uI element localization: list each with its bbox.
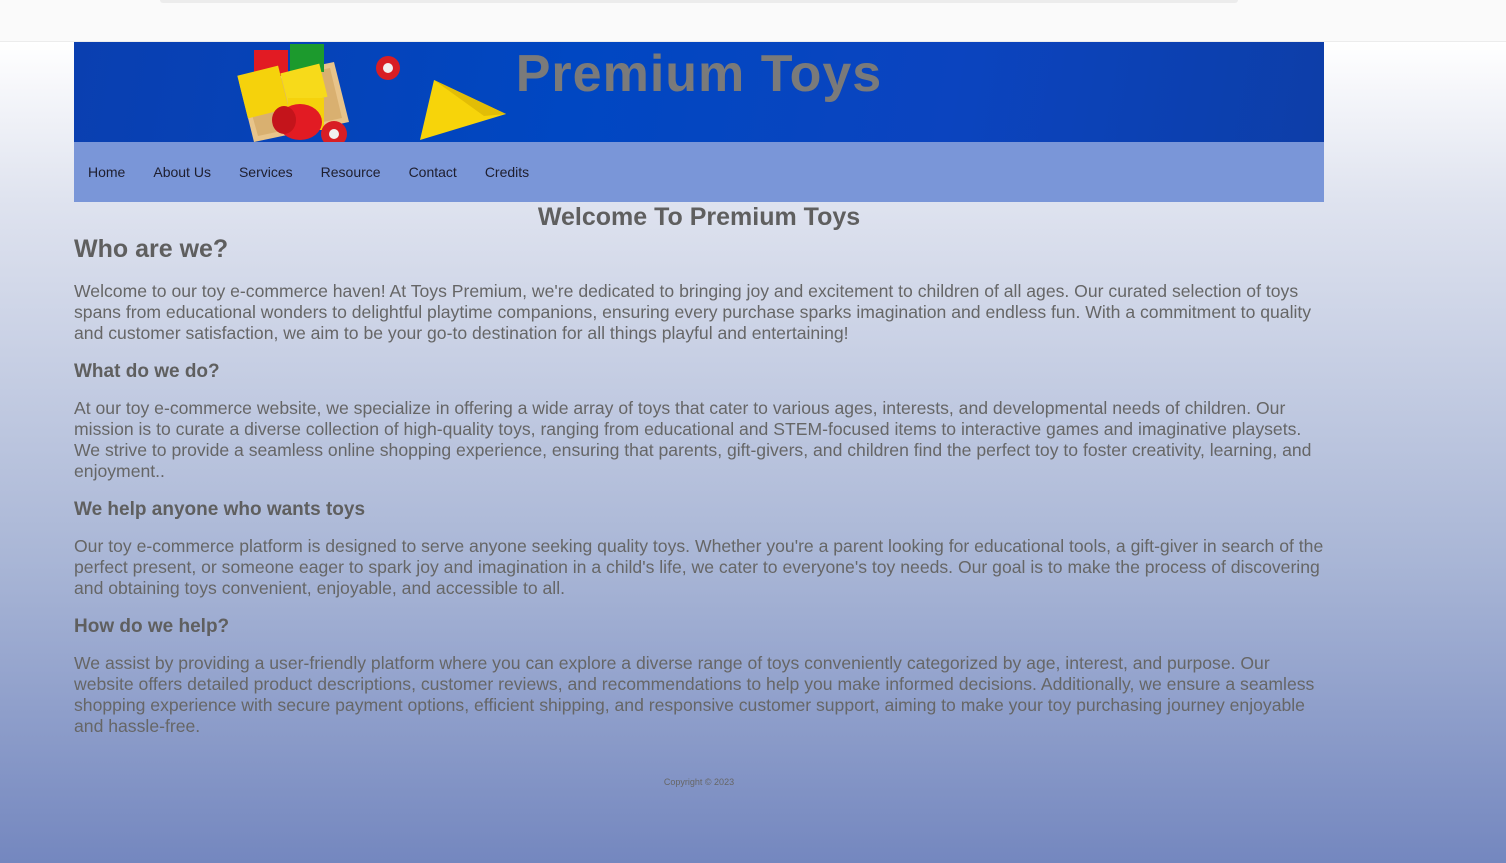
- help-anyone-paragraph: Our toy e-commerce platform is designed …: [74, 536, 1324, 598]
- how-heading: How do we help?: [74, 616, 230, 637]
- copyright-footer: Copyright © 2023: [663, 777, 735, 787]
- nav-about-us[interactable]: About Us: [153, 164, 211, 180]
- who-paragraph: Welcome to our toy e-commerce haven! At …: [74, 281, 1312, 343]
- main-content: Welcome To Premium Toys Who are we? Welc…: [74, 205, 1324, 737]
- header-banner: Premium Toys: [74, 42, 1324, 142]
- how-paragraph: We assist by providing a user-friendly p…: [74, 653, 1315, 736]
- top-bar-edge: [160, 0, 1238, 3]
- nav-resource[interactable]: Resource: [321, 164, 381, 180]
- main-nav: Home About Us Services Resource Contact …: [74, 142, 1324, 202]
- browser-top-bar: [0, 0, 1506, 42]
- what-paragraph: At our toy e-commerce website, we specia…: [74, 398, 1312, 481]
- nav-contact[interactable]: Contact: [409, 164, 457, 180]
- nav-services[interactable]: Services: [239, 164, 293, 180]
- page-heading: Welcome To Premium Toys: [537, 203, 861, 231]
- who-heading: Who are we?: [74, 235, 229, 263]
- page-container: Premium Toys Home About Us Services Reso…: [74, 42, 1324, 737]
- help-anyone-heading: We help anyone who wants toys: [74, 499, 366, 520]
- what-heading: What do we do?: [74, 361, 220, 382]
- nav-home[interactable]: Home: [88, 164, 125, 180]
- nav-credits[interactable]: Credits: [485, 164, 529, 180]
- site-title: Premium Toys: [515, 45, 883, 103]
